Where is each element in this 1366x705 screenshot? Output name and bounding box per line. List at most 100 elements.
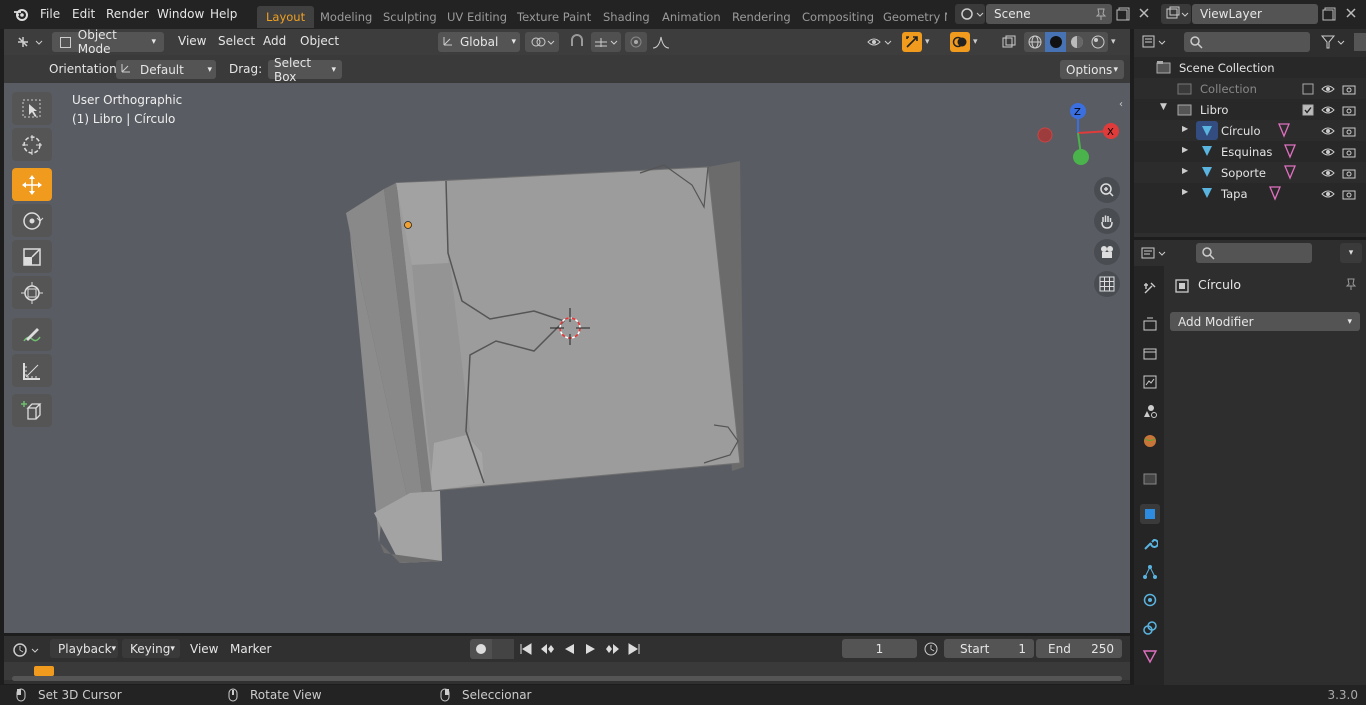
tab-layout[interactable]: Layout [257, 6, 315, 28]
outliner-row-libro[interactable]: ▼ Libro [1134, 99, 1366, 120]
menu-window[interactable]: Window [157, 7, 204, 21]
tab-animation[interactable]: Animation [662, 10, 721, 24]
render-tab-icon[interactable] [1140, 314, 1160, 334]
eye-icon[interactable] [1320, 102, 1336, 118]
particles-tab-icon[interactable] [1140, 562, 1160, 582]
camera-render-icon[interactable] [1341, 144, 1357, 160]
start-frame-field[interactable]: Start 1 [944, 639, 1034, 658]
solid-shading-icon[interactable] [1045, 32, 1066, 52]
properties-options-button[interactable]: ▾ [1340, 243, 1362, 263]
pivot-point-dropdown[interactable] [525, 32, 559, 52]
expand-arrow-icon[interactable]: ▶ [1182, 145, 1188, 154]
camera-render-icon[interactable] [1341, 123, 1357, 139]
gizmo-toggle-icon[interactable] [902, 32, 922, 52]
snap-toggle-icon[interactable] [564, 32, 590, 52]
rendered-shading-icon[interactable] [1087, 32, 1108, 52]
menu-edit[interactable]: Edit [72, 7, 95, 21]
timeline-editor-type-button[interactable] [10, 640, 44, 660]
world-tab-icon[interactable] [1140, 431, 1160, 451]
tab-shading[interactable]: Shading [603, 10, 650, 24]
play-icon[interactable] [580, 643, 602, 655]
expand-arrow-icon[interactable]: ▶ [1182, 187, 1188, 196]
constraints-tab-icon[interactable] [1140, 618, 1160, 638]
eye-icon[interactable] [1320, 165, 1336, 181]
exclude-checkbox[interactable] [1300, 81, 1316, 97]
select-box-tool-icon[interactable] [12, 92, 52, 125]
chevron-down-icon[interactable]: ▾ [973, 37, 978, 47]
collection-tab-icon[interactable] [1140, 468, 1160, 488]
pan-hand-icon[interactable] [1094, 208, 1120, 234]
proportional-edit-icon[interactable] [625, 32, 647, 52]
view-layer-tab-icon[interactable] [1140, 372, 1160, 392]
camera-render-icon[interactable] [1341, 81, 1357, 97]
falloff-curve-icon[interactable] [648, 32, 674, 52]
timeline-scrollbar[interactable] [12, 676, 1122, 681]
drag-dropdown[interactable]: Select Box ▾ [268, 56, 342, 84]
mode-dropdown[interactable]: Object Mode ▾ [52, 28, 164, 56]
snap-target-dropdown[interactable] [591, 32, 621, 52]
scale-tool-icon[interactable] [12, 240, 52, 273]
properties-search-input[interactable] [1196, 243, 1312, 263]
tab-texture-paint[interactable]: Texture Paint [517, 10, 591, 24]
outliner-row-scene-collection[interactable]: Scene Collection [1134, 57, 1366, 78]
options-dropdown[interactable]: Options ▾ [1060, 60, 1124, 79]
sidebar-toggle-icon[interactable]: ‹ [1119, 99, 1123, 110]
ortho-grid-icon[interactable] [1094, 271, 1120, 297]
rotate-tool-icon[interactable] [12, 204, 52, 237]
outliner-search-input[interactable] [1184, 32, 1310, 52]
transform-orientation-dropdown[interactable]: Global ▾ [438, 32, 520, 52]
output-tab-icon[interactable] [1140, 344, 1160, 364]
physics-tab-icon[interactable] [1140, 590, 1160, 610]
view-layer-field[interactable]: ViewLayer [1192, 4, 1318, 24]
annotate-tool-icon[interactable] [12, 318, 52, 351]
record-icon[interactable] [470, 643, 492, 655]
menu-help[interactable]: Help [210, 7, 237, 21]
orientation-dropdown[interactable]: Default ▾ [116, 60, 216, 79]
zoom-icon[interactable] [1094, 177, 1120, 203]
preview-range-icon[interactable] [923, 641, 939, 660]
chevron-down-icon[interactable]: ▾ [1111, 37, 1116, 47]
filter-icon[interactable] [1320, 33, 1350, 51]
modifier-wrench-icon[interactable] [1140, 534, 1160, 554]
outliner-row-circulo[interactable]: ▶ Círculo [1134, 120, 1366, 141]
menu-object[interactable]: Object [300, 34, 339, 48]
end-frame-field[interactable]: End 250 [1036, 639, 1122, 658]
eye-icon[interactable] [1320, 186, 1336, 202]
eye-icon[interactable] [1320, 123, 1336, 139]
measure-tool-icon[interactable] [12, 354, 52, 387]
prev-keyframe-icon[interactable] [536, 643, 558, 655]
outliner-row-collection[interactable]: Collection [1134, 78, 1366, 99]
tab-modeling[interactable]: Modeling [320, 10, 372, 24]
outliner-row-tapa[interactable]: ▶ Tapa [1134, 183, 1366, 204]
scene-browse-button[interactable] [955, 4, 985, 24]
expand-arrow-icon[interactable]: ▼ [1160, 102, 1167, 112]
current-frame-field[interactable]: 1 [842, 639, 917, 658]
tab-sculpting[interactable]: Sculpting [383, 10, 437, 24]
xray-toggle-icon[interactable] [998, 32, 1020, 52]
add-modifier-dropdown[interactable]: Add Modifier ▾ [1170, 312, 1360, 331]
editor-type-button[interactable] [14, 32, 48, 52]
transform-tool-icon[interactable] [12, 276, 52, 309]
menu-select[interactable]: Select [218, 34, 255, 48]
wireframe-shading-icon[interactable] [1024, 32, 1045, 52]
material-shading-icon[interactable] [1066, 32, 1087, 52]
move-tool-icon[interactable] [12, 168, 52, 201]
camera-view-icon[interactable] [1094, 239, 1120, 265]
tab-geometry-nodes[interactable]: Geometry No [883, 10, 947, 24]
navigation-gizmo[interactable]: Z X [1028, 97, 1128, 167]
keying-menu[interactable]: Keying ▾ [122, 639, 180, 658]
playback-menu[interactable]: Playback ▾ [50, 639, 118, 658]
next-keyframe-icon[interactable] [602, 643, 624, 655]
tool-tab-icon[interactable] [1140, 278, 1160, 298]
menu-render[interactable]: Render [106, 7, 149, 21]
tab-rendering[interactable]: Rendering [732, 10, 791, 24]
book-model[interactable] [4, 83, 1130, 633]
camera-render-icon[interactable] [1341, 165, 1357, 181]
blender-logo-icon[interactable] [13, 7, 29, 23]
new-collection-icon[interactable] [1354, 33, 1366, 51]
object-tab-icon[interactable] [1140, 504, 1160, 524]
jump-start-icon[interactable] [516, 643, 536, 655]
new-view-layer-icon[interactable] [1322, 6, 1338, 25]
timeline-menu-view[interactable]: View [190, 642, 218, 656]
pin-icon[interactable] [1344, 277, 1358, 294]
